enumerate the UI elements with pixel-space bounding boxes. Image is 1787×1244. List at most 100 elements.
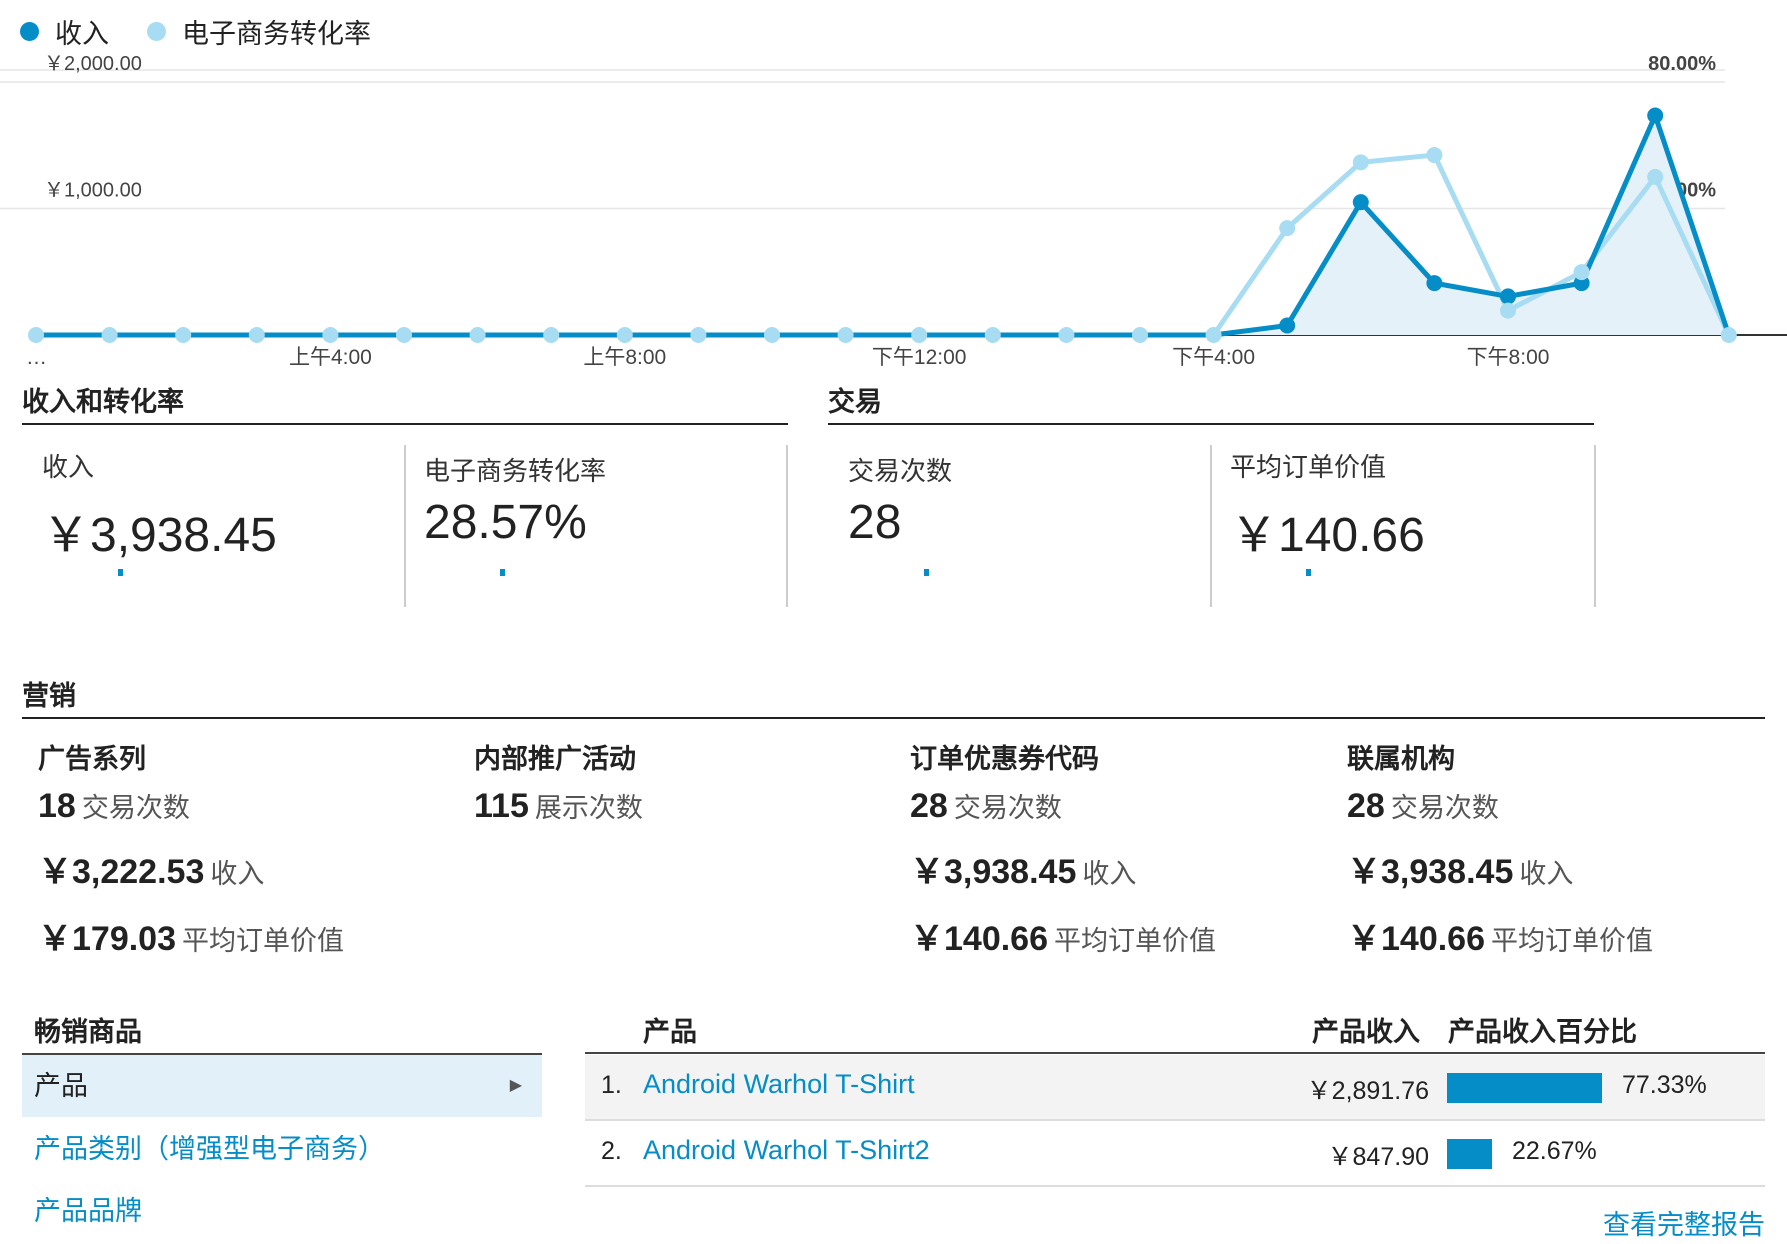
data-point-conversion: [543, 327, 560, 343]
metric-card-conversion[interactable]: 电子商务转化率 28.57%: [404, 445, 788, 607]
data-point-conversion: [837, 327, 854, 343]
marketing-campaigns[interactable]: 广告系列 18 交易次数 ￥3,222.53 收入 ￥179.03 平均订单价值: [38, 737, 458, 978]
top-sellers-nav-category[interactable]: 产品类别（增强型电子商务）: [22, 1118, 542, 1180]
marketing-number: ￥140.66: [1347, 920, 1485, 958]
marketing-number: ￥179.03: [38, 920, 176, 958]
column-header-product[interactable]: 产品: [643, 1010, 697, 1049]
marketing-label: 展示次数: [534, 793, 643, 823]
marketing-row: ￥140.66 平均订单价值: [1347, 911, 1767, 960]
marketing-row: 28 交易次数: [910, 786, 1330, 826]
data-point-conversion: [248, 327, 265, 343]
table-row: 1. Android Warhol T-Shirt ￥2,891.76 77.3…: [585, 1055, 1765, 1121]
row-index: 1.: [601, 1071, 622, 1099]
percent-value: 77.33%: [1622, 1071, 1707, 1099]
data-point-revenue: [1279, 317, 1296, 334]
marketing-number: ￥3,222.53: [38, 853, 205, 891]
x-tick-label: …: [26, 346, 47, 369]
data-point-conversion: [1058, 327, 1075, 343]
percent-bar: [1447, 1073, 1602, 1103]
marketing-row: ￥3,938.45 收入: [910, 844, 1330, 893]
marketing-row: ￥3,222.53 收入: [38, 844, 458, 893]
view-full-report-link[interactable]: 查看完整报告: [1603, 1203, 1765, 1242]
sparkline: [1306, 569, 1311, 576]
top-sellers-nav-product[interactable]: 产品 ▶: [22, 1055, 542, 1117]
data-point-conversion: [101, 327, 118, 343]
row-index: 2.: [601, 1137, 622, 1165]
metric-label: 平均订单价值: [1230, 452, 1387, 482]
marketing-title: 联属机构: [1347, 744, 1455, 774]
metric-card-revenue[interactable]: 收入 ￥3,938.45: [22, 445, 406, 607]
data-point-conversion: [396, 327, 412, 343]
marketing-label: 交易次数: [1390, 793, 1499, 823]
section-header-transactions: 交易: [828, 380, 1594, 425]
marketing-title: 广告系列: [38, 744, 146, 774]
data-point-conversion: [1647, 168, 1664, 185]
data-point-revenue: [1647, 107, 1664, 124]
chevron-right-icon: ▶: [509, 1077, 522, 1094]
product-link[interactable]: Android Warhol T-Shirt: [643, 1069, 915, 1100]
metric-value: 28.57%: [424, 496, 587, 549]
metric-label: 交易次数: [848, 456, 953, 486]
metric-card-transactions[interactable]: 交易次数 28: [828, 445, 1212, 607]
data-point-revenue: [1426, 275, 1443, 292]
marketing-label: 平均订单价值: [1054, 926, 1216, 956]
sparkline: [924, 569, 929, 576]
metric-card-avg-order[interactable]: 平均订单价值 ￥140.66: [1210, 445, 1596, 607]
product-revenue: ￥2,891.76: [1306, 1077, 1429, 1105]
section-header-marketing: 营销: [22, 674, 1765, 719]
marketing-title: 订单优惠券代码: [910, 744, 1099, 774]
section-header-rev-conv: 收入和转化率: [22, 380, 788, 425]
marketing-title: 内部推广活动: [474, 744, 636, 774]
table-row: 2. Android Warhol T-Shirt2 ￥847.90 22.67…: [585, 1121, 1765, 1187]
legend-dot-revenue-icon: [20, 22, 39, 41]
table-header-rule: [585, 1052, 1765, 1054]
metric-label: 收入: [42, 452, 95, 482]
x-tick-label: 下午8:00: [1467, 346, 1550, 369]
marketing-label: 交易次数: [953, 793, 1062, 823]
column-header-revenue[interactable]: 产品收入: [1312, 1010, 1420, 1049]
marketing-coupon-codes[interactable]: 订单优惠券代码 28 交易次数 ￥3,938.45 收入 ￥140.66 平均订单价值: [910, 737, 1330, 978]
marketing-row: ￥140.66 平均订单价值: [910, 911, 1330, 960]
data-point-conversion: [1500, 302, 1516, 319]
y-tick-label: ￥1,000.00: [44, 180, 142, 202]
revenue-conversion-chart[interactable]: ￥2,000.00￥1,000.0080.00%40.00%… 上午4:00 上午8…: [0, 55, 1787, 375]
marketing-label: 收入: [210, 859, 265, 889]
y-right-tick-label: 80.00%: [1648, 55, 1716, 75]
marketing-internal-promotions[interactable]: 内部推广活动 115 展示次数: [474, 737, 894, 844]
x-tick-label: 上午8:00: [583, 346, 666, 369]
marketing-number: 18: [38, 787, 76, 825]
legend-item-conversion[interactable]: 电子商务转化率: [147, 12, 371, 51]
data-point-conversion: [1426, 147, 1443, 164]
column-header-percent[interactable]: 产品收入百分比: [1448, 1010, 1637, 1049]
data-point-conversion: [690, 327, 707, 343]
data-point-conversion: [1720, 327, 1737, 343]
marketing-row: 115 展示次数: [474, 786, 894, 826]
data-point-conversion: [984, 327, 1001, 343]
marketing-label: 交易次数: [81, 793, 190, 823]
data-point-conversion: [175, 327, 192, 343]
marketing-number: 28: [910, 787, 948, 825]
data-point-conversion: [911, 327, 928, 343]
metric-label: 电子商务转化率: [424, 456, 607, 486]
data-point-revenue: [1500, 288, 1516, 305]
marketing-row: 28 交易次数: [1347, 786, 1767, 826]
product-link[interactable]: Android Warhol T-Shirt2: [643, 1135, 930, 1166]
legend-item-revenue[interactable]: 收入: [20, 12, 109, 51]
metric-value: ￥140.66: [1230, 509, 1425, 562]
top-sellers-nav-brand[interactable]: 产品品牌: [22, 1180, 542, 1242]
y-tick-label: ￥2,000.00: [44, 55, 142, 75]
metric-divider: [786, 445, 788, 607]
marketing-label: 收入: [1519, 859, 1574, 889]
marketing-number: ￥3,938.45: [1347, 853, 1514, 891]
marketing-number: 115: [474, 787, 529, 825]
percent-bar: [1447, 1139, 1492, 1169]
x-tick-label: 下午4:00: [1172, 346, 1255, 369]
data-point-conversion: [469, 327, 486, 343]
sparkline: [500, 569, 505, 576]
marketing-affiliates[interactable]: 联属机构 28 交易次数 ￥3,938.45 收入 ￥140.66 平均订单价值: [1347, 737, 1767, 978]
marketing-label: 收入: [1082, 859, 1137, 889]
x-tick-label: 下午12:00: [872, 346, 967, 369]
metric-value: 28: [848, 496, 902, 549]
nav-label: 产品: [34, 1071, 88, 1101]
metric-value: ￥3,938.45: [42, 509, 277, 562]
